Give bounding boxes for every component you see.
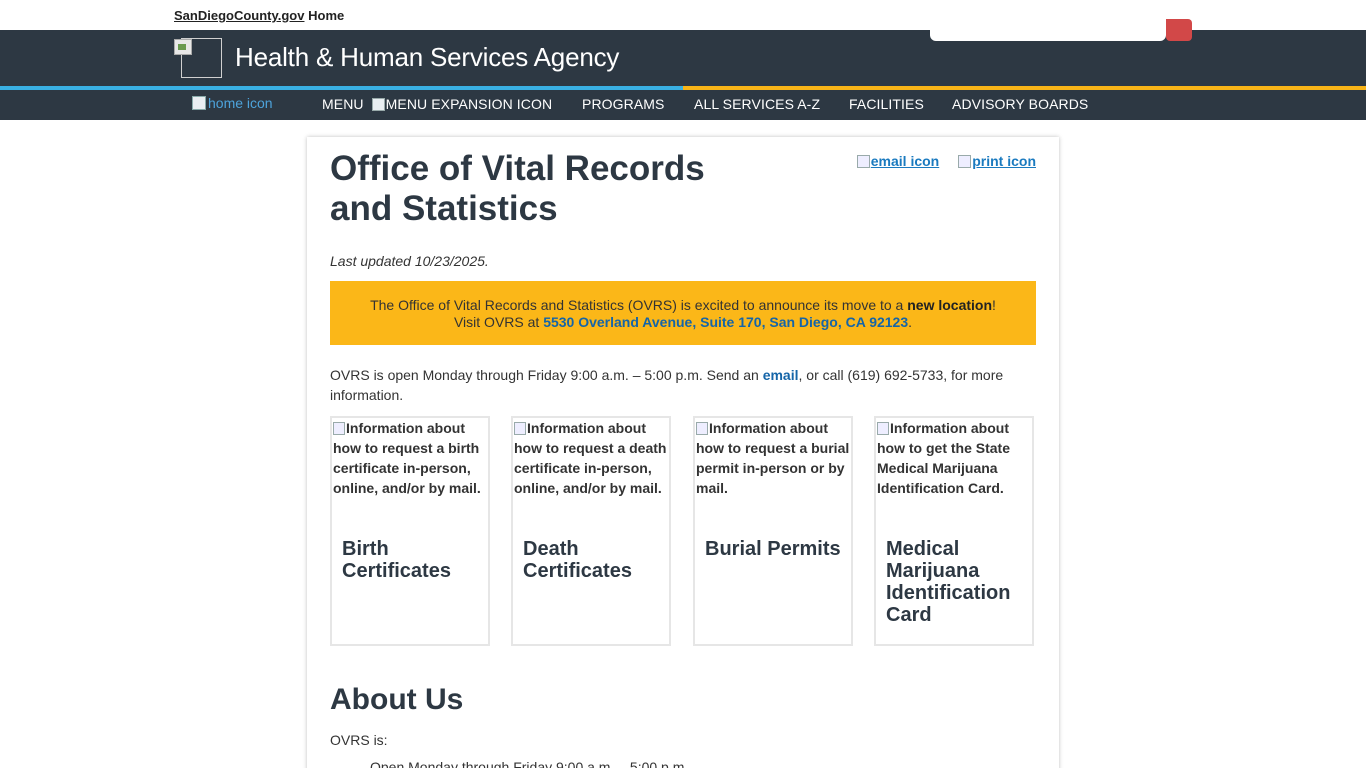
content-card: Office of Vital Records and Statistics e… (307, 137, 1059, 768)
agency-logo[interactable] (174, 38, 222, 78)
accent-bar-blue (0, 86, 683, 90)
page-title: Office of Vital Records and Statistics (330, 149, 705, 228)
alert-line1-suffix: ! (992, 297, 996, 313)
tile-image-alt: Information about how to get the State M… (877, 418, 1031, 498)
tile-burial-permits[interactable]: Information about how to request a buria… (693, 416, 853, 646)
site-header: Health & Human Services Agency (0, 19, 1366, 86)
email-icon-alt: email icon (870, 153, 940, 169)
home-icon-alt: home icon (208, 95, 273, 111)
service-tiles: Information about how to request a birth… (330, 416, 1036, 646)
tile-death-certificates[interactable]: Information about how to request a death… (511, 416, 671, 646)
about-heading: About Us (330, 683, 464, 716)
tile-image-alt: Information about how to request a death… (514, 418, 668, 498)
tile-title: Birth Certificates (342, 538, 451, 582)
agency-title[interactable]: Health & Human Services Agency (235, 42, 619, 73)
home-icon (192, 96, 206, 110)
tile-title: Medical Marijuana Identification Card (886, 538, 1011, 626)
menu-icon-alt: MENU EXPANSION ICON (385, 96, 553, 112)
tile-title: Death Certificates (523, 538, 632, 582)
intro-text: OVRS is open Monday through Friday 9:00 … (330, 365, 1036, 405)
main-nav: home icon MENU MENU EXPANSION ICON PROGRA… (0, 86, 1366, 120)
nav-programs[interactable]: PROGRAMS (582, 96, 664, 112)
tile-alt-text: Information about how to get the State M… (877, 420, 1010, 496)
search-button[interactable] (1166, 19, 1192, 41)
broken-image-icon (174, 39, 192, 55)
alert-line2-suffix: . (908, 314, 913, 330)
tile-image-alt: Information about how to request a buria… (696, 418, 850, 498)
last-updated: Last updated 10/23/2025. (330, 253, 489, 269)
nav-advisory-boards[interactable]: ADVISORY BOARDS (952, 96, 1088, 112)
broken-image-icon (696, 422, 708, 435)
tile-image-alt: Information about how to request a birth… (333, 418, 487, 498)
alert-line2-prefix: Visit OVRS at (453, 314, 544, 330)
tile-alt-text: Information about how to request a death… (514, 420, 667, 496)
email-link[interactable]: email icon (856, 153, 940, 169)
tile-medical-marijuana[interactable]: Information about how to get the State M… (874, 416, 1034, 646)
broken-image-icon (514, 422, 526, 435)
alert-new-location: new location (907, 297, 993, 313)
nav-all-services[interactable]: ALL SERVICES A-Z (694, 96, 820, 112)
menu-expansion-icon (371, 98, 385, 111)
tile-title: Burial Permits (705, 538, 841, 560)
relocation-alert: The Office of Vital Records and Statisti… (330, 281, 1036, 345)
tile-birth-certificates[interactable]: Information about how to request a birth… (330, 416, 490, 646)
alert-line1-prefix: The Office of Vital Records and Statisti… (370, 297, 908, 313)
print-link[interactable]: print icon (958, 153, 1036, 169)
nav-menu[interactable]: MENU MENU EXPANSION ICON (322, 96, 552, 112)
email-icon (856, 154, 870, 168)
print-icon-alt: print icon (972, 153, 1036, 169)
accent-bar-gold (683, 86, 1366, 90)
broken-image-icon (877, 422, 889, 435)
sandiegocounty-link[interactable]: SanDiegoCounty.gov (174, 8, 304, 23)
nav-facilities[interactable]: FACILITIES (849, 96, 924, 112)
print-icon (958, 154, 972, 168)
tile-alt-text: Information about how to request a buria… (696, 420, 850, 496)
search-input[interactable] (930, 19, 1166, 41)
about-lead: OVRS is: (330, 732, 388, 748)
search-bar (930, 19, 1192, 41)
intro-email-link[interactable]: email (763, 367, 799, 383)
breadcrumb: SanDiegoCounty.gov Home (174, 8, 344, 23)
nav-menu-label: MENU (322, 96, 364, 112)
utility-links: email icon print icon (856, 153, 1036, 169)
tile-alt-text: Information about how to request a birth… (333, 420, 481, 496)
about-list-item: Open Monday through Friday 9:00 a.m. – 5… (370, 759, 689, 768)
home-label[interactable]: Home (308, 8, 344, 23)
nav-home-link[interactable]: home icon (192, 95, 273, 111)
broken-image-icon (333, 422, 345, 435)
intro-prefix: OVRS is open Monday through Friday 9:00 … (330, 367, 763, 383)
address-link[interactable]: 5530 Overland Avenue, Suite 170, San Die… (543, 314, 908, 330)
